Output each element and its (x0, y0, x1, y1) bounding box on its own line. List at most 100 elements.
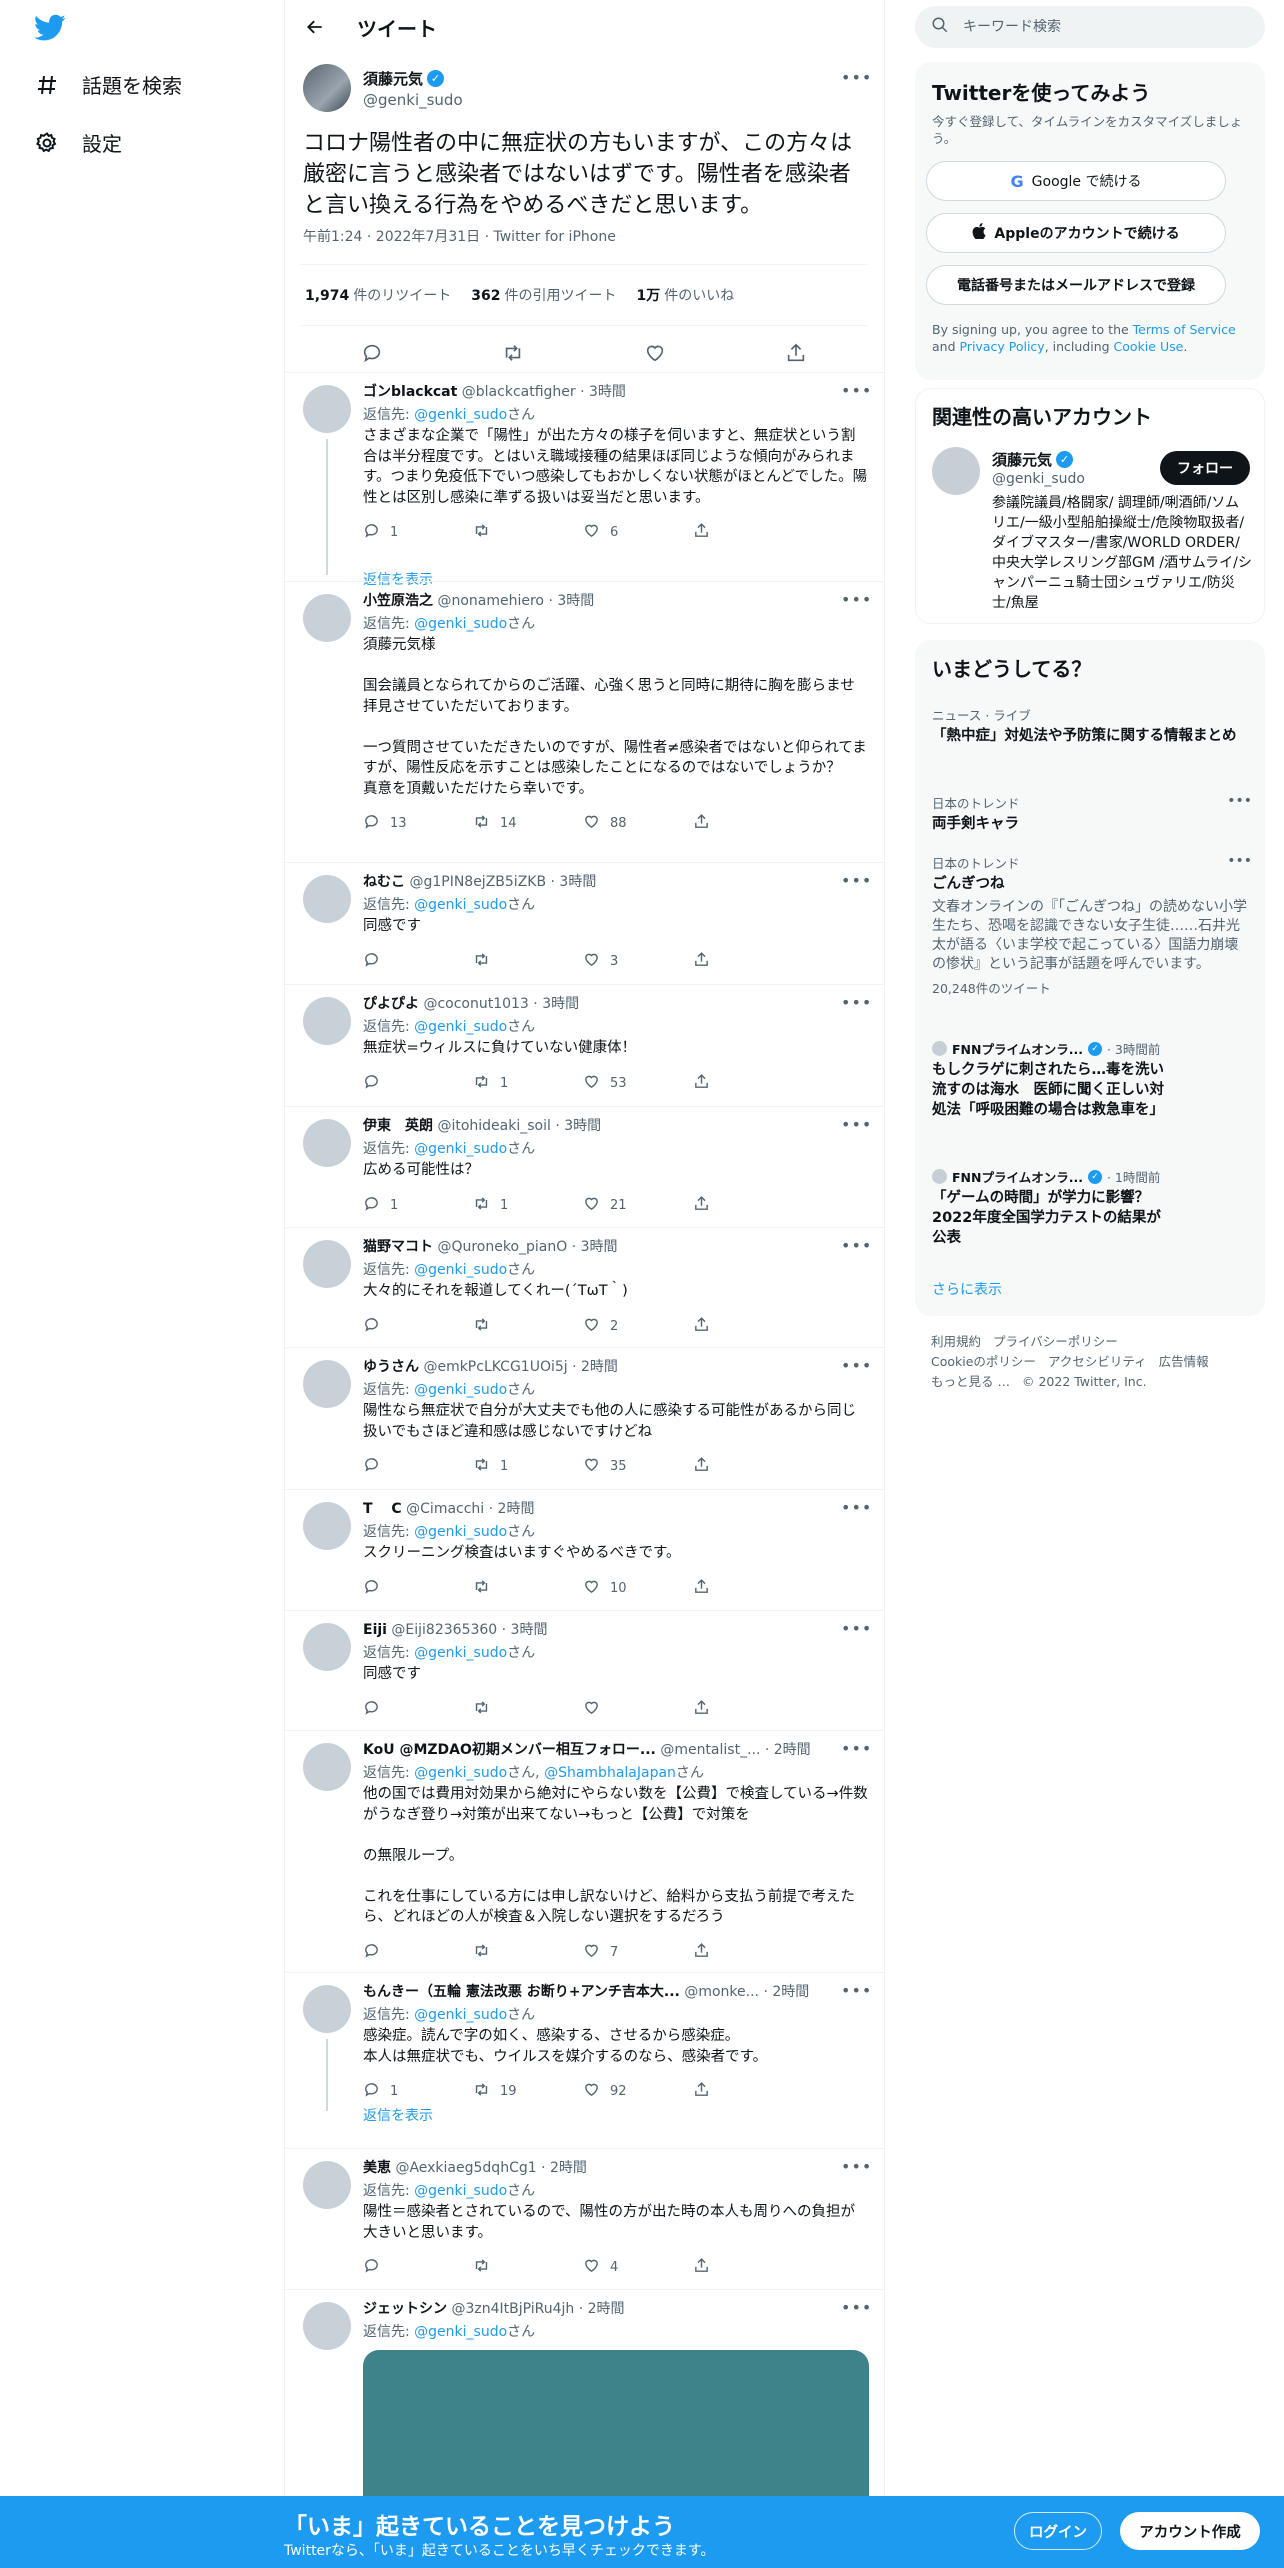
signup-button[interactable]: アカウント作成 (1120, 2512, 1260, 2550)
reply-tweet[interactable]: ••• Eiji @Eiji82365360 · 3時間 返信先: @genki_s… (285, 1611, 884, 1731)
mention-link[interactable]: @genki_sudo (414, 1019, 507, 1035)
reply-author-name[interactable]: ぴよぴよ (363, 996, 419, 1012)
share-button[interactable] (693, 951, 803, 972)
reply-button[interactable] (363, 1073, 473, 1094)
like-button[interactable]: 4 (583, 2257, 693, 2278)
mention-link[interactable]: @genki_sudo (414, 1524, 507, 1540)
reply-tweet[interactable]: 返信を表示 ••• ゴンblackcat @blackcatfigher · 3時間… (285, 373, 884, 588)
share-button[interactable] (693, 1699, 803, 1720)
reply-time[interactable]: · 2時間 (765, 1742, 811, 1758)
share-button[interactable] (693, 522, 803, 543)
like-button[interactable] (583, 1699, 693, 1720)
reply-time[interactable]: · 3時間 (548, 593, 594, 609)
like-icon[interactable] (644, 342, 666, 368)
apple-signin-button[interactable]: Appleのアカウントで続ける (926, 213, 1226, 253)
reply-button[interactable] (363, 951, 473, 972)
reply-button[interactable] (363, 2257, 473, 2278)
google-signin-button[interactable]: G Google で続ける (926, 161, 1226, 201)
reply-author-handle[interactable]: @itohideaki_soil (437, 1118, 550, 1134)
quote-stat[interactable]: 362 件の引用ツイート (471, 285, 616, 305)
reply-author-handle[interactable]: @monke... (684, 1984, 759, 2000)
reply-time[interactable]: · 3時間 (533, 996, 579, 1012)
footer-privacy-link[interactable]: プライバシーポリシー (993, 1334, 1118, 1349)
like-button[interactable]: 10 (583, 1578, 693, 1599)
retweet-button[interactable] (473, 1578, 583, 1599)
footer-more-link[interactable]: もっと見る … (931, 1374, 1010, 1389)
mention-link[interactable]: @genki_sudo (414, 1141, 507, 1157)
author-handle[interactable]: @genki_sudo (363, 91, 463, 109)
like-button[interactable]: 53 (583, 1073, 693, 1094)
reply-author-name[interactable]: T C (363, 1501, 402, 1517)
reply-avatar[interactable] (303, 1240, 351, 1288)
reply-author-name[interactable]: ねむこ (363, 874, 405, 890)
reply-time[interactable]: · 3時間 (502, 1622, 548, 1638)
trend-item[interactable]: 日本のトレンド 両手剣キャラ ••• (932, 793, 1252, 834)
reply-tweet[interactable]: ••• 伊東 英朗 @itohideaki_soil · 3時間 返信先: @gen… (285, 1107, 884, 1228)
reply-author-name[interactable]: 美恵 (363, 2160, 391, 2176)
reply-avatar[interactable] (303, 1985, 351, 2033)
trend-item[interactable]: ニュース · ライブ 「熱中症」対処法や予防策に関する情報まとめ (932, 705, 1252, 746)
footer-accessibility-link[interactable]: アクセシビリティ (1048, 1354, 1147, 1369)
reply-avatar[interactable] (303, 594, 351, 642)
retweet-button[interactable]: 1 (473, 1456, 583, 1477)
mention-link[interactable]: @genki_sudo (414, 616, 507, 632)
reply-author-handle[interactable]: @coconut1013 (423, 996, 528, 1012)
reply-button[interactable] (363, 1942, 473, 1963)
like-button[interactable]: 3 (583, 951, 693, 972)
mention-link[interactable]: @genki_sudo (414, 1382, 507, 1398)
like-button[interactable]: 92 (583, 2081, 693, 2102)
privacy-link[interactable]: Privacy Policy (960, 339, 1045, 354)
reply-time[interactable]: · 2時間 (541, 2160, 587, 2176)
footer-tos-link[interactable]: 利用規約 (931, 1334, 981, 1349)
retweet-button[interactable]: 14 (473, 813, 583, 834)
show-more-link[interactable]: さらに表示 (932, 1279, 1002, 1299)
reply-author-handle[interactable]: @Quroneko_pianO (437, 1239, 567, 1255)
share-button[interactable] (693, 1195, 803, 1216)
mention-link[interactable]: @genki_sudo (414, 2324, 507, 2340)
reply-author-handle[interactable]: @nonamehiero (437, 593, 544, 609)
like-button[interactable]: 21 (583, 1195, 693, 1216)
reply-tweet[interactable]: ••• ゆうさん @emkPcLKCG1UOi5j · 2時間 返信先: @genk… (285, 1348, 884, 1490)
reply-author-name[interactable]: ゆうさん (363, 1359, 419, 1375)
reply-tweet[interactable]: ••• 美恵 @Aexkiaeg5dqhCg1 · 2時間 返信先: @genki_… (285, 2149, 884, 2290)
mention-link[interactable]: @genki_sudo (414, 2183, 507, 2199)
mention-link[interactable]: @genki_sudo (414, 407, 507, 423)
reply-avatar[interactable] (303, 1623, 351, 1671)
reply-tweet[interactable]: ••• ぴよぴよ @coconut1013 · 3時間 返信先: @genki_su… (285, 985, 884, 1107)
like-button[interactable]: 88 (583, 813, 693, 834)
reply-author-handle[interactable]: @emkPcLKCG1UOi5j (423, 1359, 567, 1375)
reply-author-name[interactable]: 小笠原浩之 (363, 593, 433, 609)
reply-button[interactable]: 1 (363, 1195, 473, 1216)
like-button[interactable]: 2 (583, 1316, 693, 1337)
retweet-button[interactable]: 19 (473, 2081, 583, 2102)
footer-cookie-link[interactable]: Cookieのポリシー (931, 1354, 1036, 1369)
reply-author-name[interactable]: KoU @MZDAO初期メンバー相互フォロー... (363, 1742, 656, 1758)
mention-link[interactable]: @genki_sudo (414, 2007, 507, 2023)
reply-button[interactable] (363, 1699, 473, 1720)
reply-author-handle[interactable]: @g1PIN8ejZB5iZKB (409, 874, 546, 890)
author-name[interactable]: 須藤元気 (363, 68, 423, 89)
retweet-button[interactable] (473, 951, 583, 972)
share-button[interactable] (693, 1578, 803, 1599)
trend-item[interactable]: 日本のトレンド ごんぎつね 文春オンラインの『「ごんぎつね」の読めない小学生たち… (932, 853, 1252, 997)
reply-author-handle[interactable]: @Cimacchi (406, 1501, 484, 1517)
reply-button[interactable] (363, 1456, 473, 1477)
reply-avatar[interactable] (303, 385, 351, 433)
footer-ads-link[interactable]: 広告情報 (1159, 1354, 1209, 1369)
reply-author-handle[interactable]: @Eiji82365360 (391, 1622, 497, 1638)
reply-time[interactable]: · 3時間 (580, 384, 626, 400)
reply-avatar[interactable] (303, 2302, 351, 2350)
reply-button[interactable]: 1 (363, 522, 473, 543)
nav-settings[interactable]: 設定 (34, 128, 122, 157)
mention-link[interactable]: @ShambhalaJapan (544, 1765, 676, 1781)
retweet-button[interactable] (473, 1316, 583, 1337)
terms-link[interactable]: Terms of Service (1133, 322, 1236, 337)
reply-tweet[interactable]: 返信を表示 ••• もんきー（五輪 憲法改悪 お断り+アンチ吉本大... @monk… (285, 1973, 884, 2149)
reply-author-name[interactable]: Eiji (363, 1622, 387, 1638)
retweet-button[interactable] (473, 2257, 583, 2278)
related-handle[interactable]: @genki_sudo (992, 471, 1085, 487)
search-box[interactable] (915, 6, 1265, 48)
reply-tweet[interactable]: ••• 小笠原浩之 @nonamehiero · 3時間 返信先: @genki_s… (285, 582, 884, 863)
mention-link[interactable]: @genki_sudo (414, 897, 507, 913)
author-avatar[interactable] (303, 64, 351, 112)
